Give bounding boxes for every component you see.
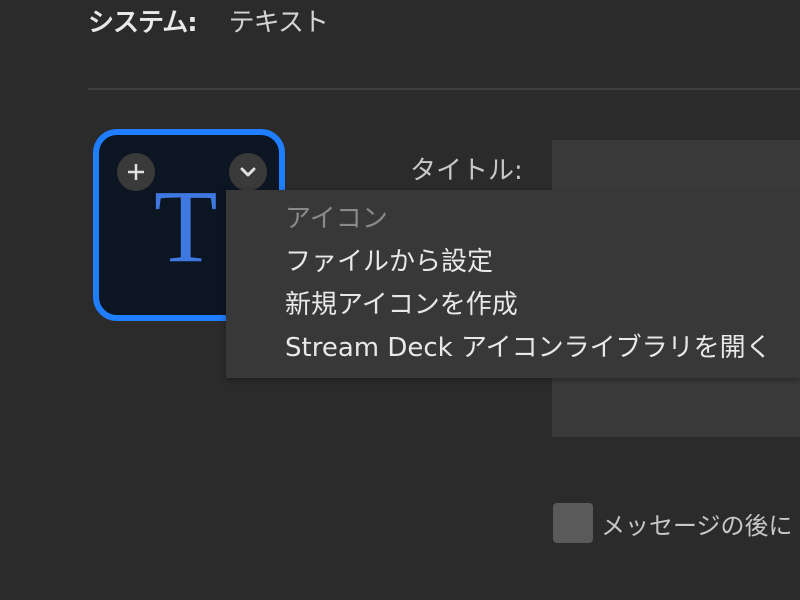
checkbox-row[interactable]: メッセージの後に (553, 503, 793, 543)
menu-item-open-icon-library[interactable]: Stream Deck アイコンライブラリを開く (285, 328, 772, 368)
plus-icon[interactable] (117, 153, 155, 191)
header-row: システム: テキスト (88, 2, 329, 38)
menu-header-icon: アイコン (285, 204, 388, 234)
property-inspector: システム: テキスト T タイトル: アイコン ファイルから設定 新規アイコンを… (0, 0, 800, 600)
checkbox-label: メッセージの後に (601, 511, 793, 540)
menu-item-set-from-file[interactable]: ファイルから設定 (285, 242, 493, 282)
menu-item-create-new-icon[interactable]: 新規アイコンを作成 (285, 285, 518, 325)
checkbox[interactable] (553, 503, 593, 543)
chevron-down-icon[interactable] (229, 153, 267, 191)
header-label: システム: (88, 7, 198, 38)
icon-context-menu: アイコン ファイルから設定 新規アイコンを作成 Stream Deck アイコン… (226, 190, 800, 378)
title-label: タイトル: (410, 156, 523, 186)
divider (88, 88, 800, 90)
key-title-letter: T (154, 169, 218, 284)
header-value: テキスト (228, 7, 329, 38)
